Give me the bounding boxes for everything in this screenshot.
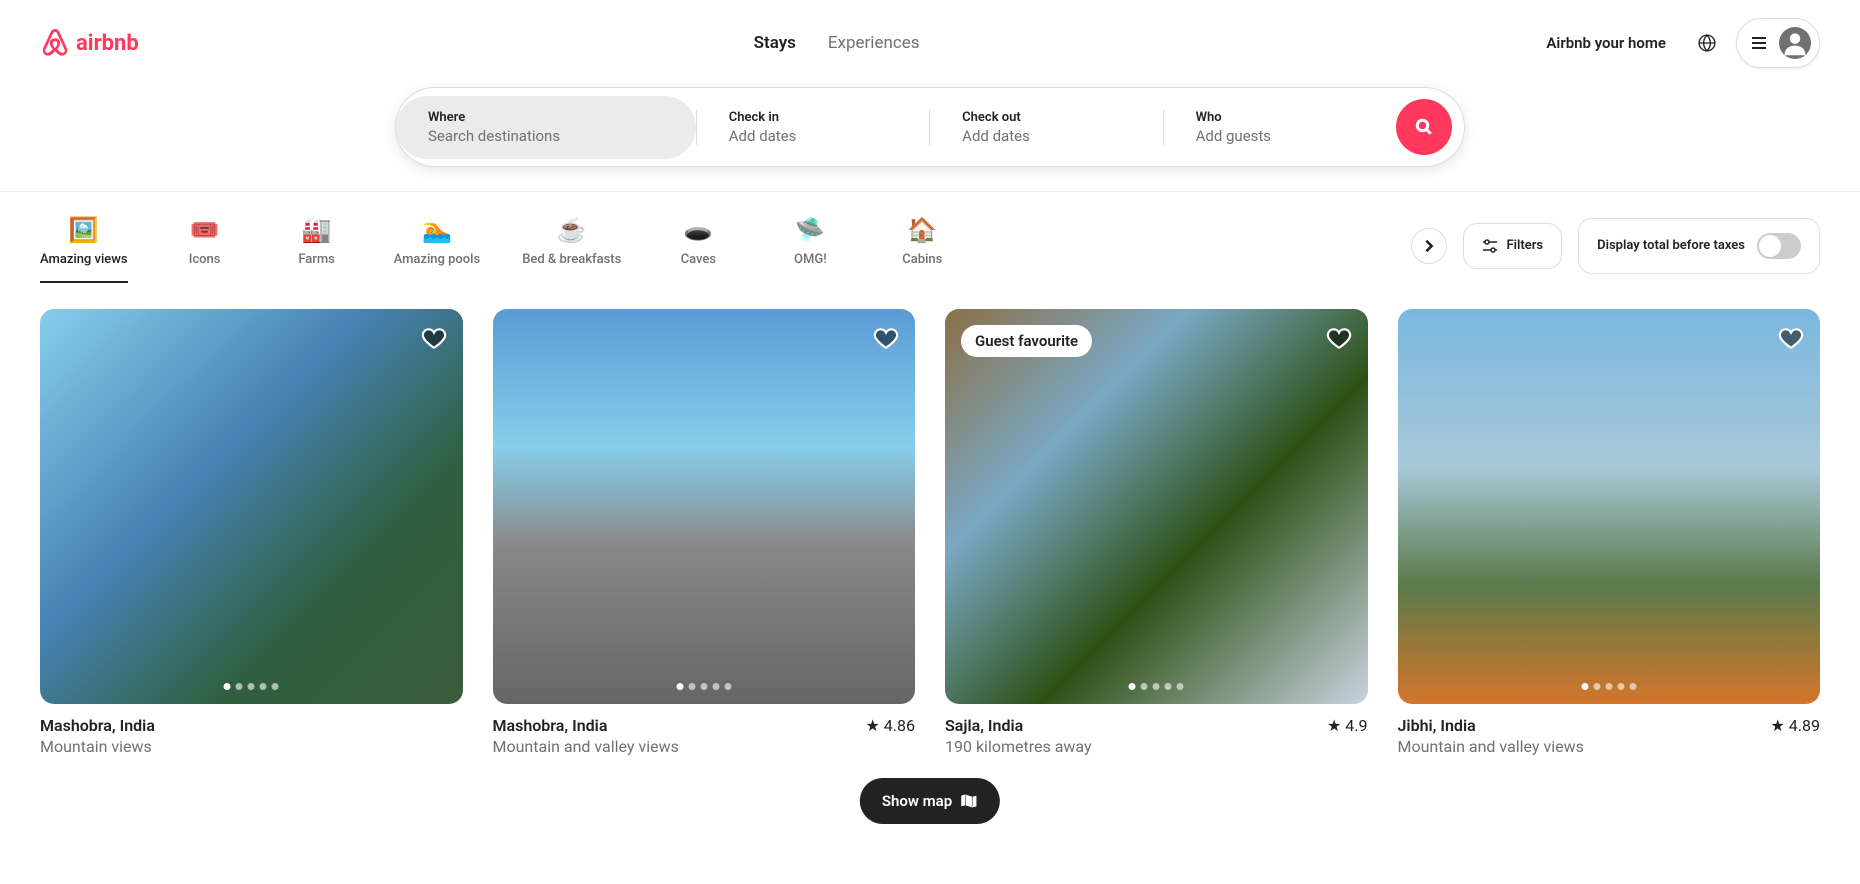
heart-icon <box>873 325 899 351</box>
listing-subtitle: Mountain and valley views <box>493 737 916 756</box>
category-farms[interactable]: 🏭 Farms <box>282 208 352 283</box>
category-label: Caves <box>681 252 716 267</box>
category-amazing-pools[interactable]: 🏊 Amazing pools <box>394 208 481 283</box>
listing-subtitle: 190 kilometres away <box>945 737 1368 756</box>
filters-icon <box>1482 238 1498 254</box>
category-caves[interactable]: 🕳️ Caves <box>663 208 733 283</box>
show-map-button[interactable]: Show map <box>860 778 1000 824</box>
user-menu-button[interactable] <box>1736 18 1820 68</box>
category-icon: 🏠 <box>908 216 936 244</box>
listing-subtitle: Mountain views <box>40 737 463 756</box>
filters-button[interactable]: Filters <box>1463 223 1562 269</box>
listing-card[interactable]: Mashobra, India ★ 4.86 Mountain and valley… <box>493 309 916 756</box>
tab-experiences[interactable]: Experiences <box>828 25 920 61</box>
listing-card[interactable]: Jibhi, India ★ 4.89 Mountain and valley vi… <box>1398 309 1821 756</box>
map-icon <box>960 792 978 810</box>
category-label: Farms <box>298 252 335 267</box>
category-label: Cabins <box>902 252 942 267</box>
listing-rating: ★ 4.89 <box>1770 716 1820 735</box>
listing-card[interactable]: Guest favourite Sajla, India ★ 4.9 190 kilo… <box>945 309 1368 756</box>
category-icon: 🛸 <box>796 216 824 244</box>
category-icons[interactable]: 🎟️ Icons <box>170 208 240 283</box>
listing-card[interactable]: Mashobra, India Mountain views <box>40 309 463 756</box>
hamburger-icon <box>1751 35 1767 51</box>
logo[interactable]: airbnb <box>40 27 139 59</box>
tax-toggle-label: Display total before taxes <box>1597 238 1745 253</box>
listing-image <box>1398 309 1821 704</box>
image-pager-dots <box>1129 683 1184 690</box>
category-icon: 🖼️ <box>70 216 98 244</box>
search-icon <box>1415 118 1433 136</box>
listing-image <box>40 309 463 704</box>
language-button[interactable] <box>1686 22 1728 64</box>
wishlist-button[interactable] <box>421 325 447 355</box>
category-label: Icons <box>189 252 221 267</box>
avatar <box>1779 27 1811 59</box>
category-amazing-views[interactable]: 🖼️ Amazing views <box>40 208 128 283</box>
host-your-home-link[interactable]: Airbnb your home <box>1534 22 1678 64</box>
category-omg-[interactable]: 🛸 OMG! <box>775 208 845 283</box>
map-button-label: Show map <box>882 792 952 810</box>
tab-stays[interactable]: Stays <box>754 25 796 61</box>
nav-tabs: Stays Experiences <box>754 25 920 61</box>
category-icon: ☕ <box>558 216 586 244</box>
category-icon: 🎟️ <box>191 216 219 244</box>
search-button[interactable] <box>1396 99 1452 155</box>
image-pager-dots <box>1581 683 1636 690</box>
category-icon: 🕳️ <box>684 216 712 244</box>
listing-image: Guest favourite <box>945 309 1368 704</box>
category-icon: 🏭 <box>303 216 331 244</box>
user-icon <box>1781 29 1809 57</box>
where-placeholder: Search destinations <box>428 127 664 145</box>
search-checkin[interactable]: Check in Add dates <box>697 96 929 159</box>
image-pager-dots <box>676 683 731 690</box>
listing-title: Jibhi, India <box>1398 716 1476 735</box>
filters-label: Filters <box>1506 238 1543 253</box>
where-label: Where <box>428 110 664 125</box>
image-pager-dots <box>224 683 279 690</box>
category-label: Amazing views <box>40 252 128 267</box>
checkout-placeholder: Add dates <box>962 127 1130 145</box>
globe-icon <box>1698 34 1716 52</box>
wishlist-button[interactable] <box>1326 325 1352 355</box>
search-who[interactable]: Who Add guests <box>1164 96 1396 159</box>
listing-image <box>493 309 916 704</box>
chevron-right-icon <box>1422 239 1436 253</box>
listing-rating: ★ 4.86 <box>865 716 915 735</box>
listing-title: Mashobra, India <box>493 716 608 735</box>
category-icon: 🏊 <box>423 216 451 244</box>
checkin-label: Check in <box>729 110 897 125</box>
heart-icon <box>421 325 447 351</box>
listing-title: Sajla, India <box>945 716 1023 735</box>
wishlist-button[interactable] <box>1778 325 1804 355</box>
heart-icon <box>1326 325 1352 351</box>
category-next-button[interactable] <box>1411 228 1447 264</box>
listing-title: Mashobra, India <box>40 716 155 735</box>
who-placeholder: Add guests <box>1196 127 1364 145</box>
listings-grid: Mashobra, IndiaMountain viewsMashobra, I… <box>0 299 1860 796</box>
category-label: Amazing pools <box>394 252 481 267</box>
who-label: Who <box>1196 110 1364 125</box>
category-label: OMG! <box>794 252 827 267</box>
category-cabins[interactable]: 🏠 Cabins <box>887 208 957 283</box>
airbnb-logo-icon <box>40 27 70 59</box>
toggle-switch <box>1757 233 1801 259</box>
listing-rating: ★ 4.9 <box>1327 716 1368 735</box>
checkout-label: Check out <box>962 110 1130 125</box>
search-bar: Where Search destinations Check in Add d… <box>395 87 1465 167</box>
search-where[interactable]: Where Search destinations <box>396 96 696 159</box>
category-label: Bed & breakfasts <box>522 252 621 267</box>
tax-toggle[interactable]: Display total before taxes <box>1578 218 1820 274</box>
guest-favourite-badge: Guest favourite <box>961 325 1092 357</box>
category-list: 🖼️ Amazing views 🎟️ Icons 🏭 Farms 🏊 Amazing poo… <box>40 208 1395 283</box>
category-bed-breakfasts[interactable]: ☕ Bed & breakfasts <box>522 208 621 283</box>
logo-text: airbnb <box>76 31 139 56</box>
wishlist-button[interactable] <box>873 325 899 355</box>
heart-icon <box>1778 325 1804 351</box>
listing-subtitle: Mountain and valley views <box>1398 737 1821 756</box>
checkin-placeholder: Add dates <box>729 127 897 145</box>
search-checkout[interactable]: Check out Add dates <box>930 96 1162 159</box>
